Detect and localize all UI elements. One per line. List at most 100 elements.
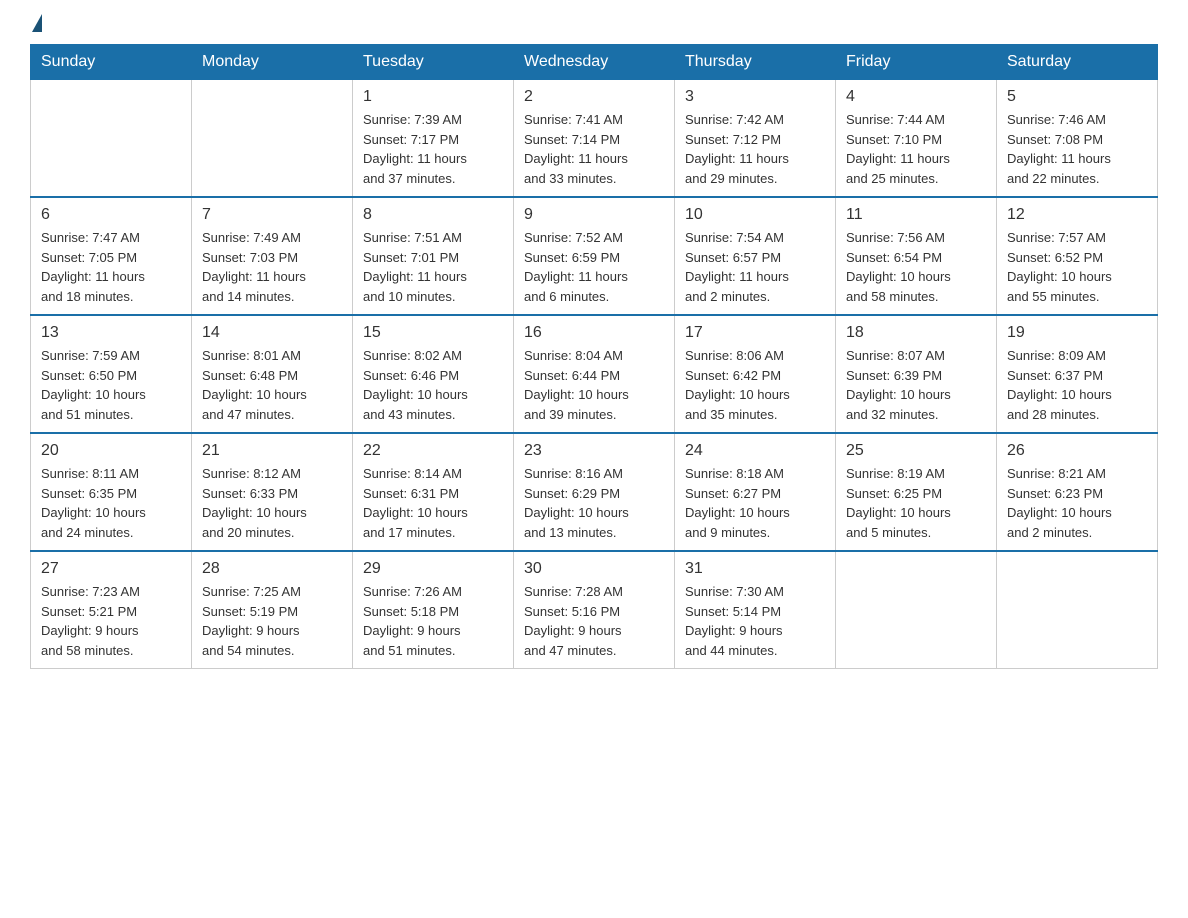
- day-info: Sunrise: 7:39 AM Sunset: 7:17 PM Dayligh…: [363, 110, 503, 188]
- calendar-cell: 2 Sunrise: 7:41 AM Sunset: 7:14 PM Daylig…: [514, 80, 675, 198]
- calendar-cell: 11 Sunrise: 7:56 AM Sunset: 6:54 PM Dayli…: [836, 197, 997, 315]
- calendar-week-row: 1 Sunrise: 7:39 AM Sunset: 7:17 PM Daylig…: [31, 80, 1158, 198]
- day-info: Sunrise: 7:46 AM Sunset: 7:08 PM Dayligh…: [1007, 110, 1147, 188]
- calendar-cell: 13 Sunrise: 7:59 AM Sunset: 6:50 PM Dayli…: [31, 315, 192, 433]
- day-number: 28: [202, 560, 342, 578]
- calendar-cell: 15 Sunrise: 8:02 AM Sunset: 6:46 PM Dayli…: [353, 315, 514, 433]
- day-info: Sunrise: 7:25 AM Sunset: 5:19 PM Dayligh…: [202, 582, 342, 660]
- calendar-cell: 24 Sunrise: 8:18 AM Sunset: 6:27 PM Dayli…: [675, 433, 836, 551]
- calendar-cell: 28 Sunrise: 7:25 AM Sunset: 5:19 PM Dayli…: [192, 551, 353, 669]
- calendar-cell: [997, 551, 1158, 669]
- calendar-cell: 1 Sunrise: 7:39 AM Sunset: 7:17 PM Daylig…: [353, 80, 514, 198]
- day-number: 23: [524, 442, 664, 460]
- day-info: Sunrise: 8:07 AM Sunset: 6:39 PM Dayligh…: [846, 346, 986, 424]
- calendar-cell: 26Sunrise: 8:21 AM Sunset: 6:23 PM Dayli…: [997, 433, 1158, 551]
- calendar-cell: 7 Sunrise: 7:49 AM Sunset: 7:03 PM Daylig…: [192, 197, 353, 315]
- day-info: Sunrise: 8:18 AM Sunset: 6:27 PM Dayligh…: [685, 464, 825, 542]
- day-number: 12: [1007, 206, 1147, 224]
- calendar-week-row: 27Sunrise: 7:23 AM Sunset: 5:21 PM Dayli…: [31, 551, 1158, 669]
- day-number: 17: [685, 324, 825, 342]
- calendar-cell: 10Sunrise: 7:54 AM Sunset: 6:57 PM Dayli…: [675, 197, 836, 315]
- day-number: 30: [524, 560, 664, 578]
- calendar-cell: 21Sunrise: 8:12 AM Sunset: 6:33 PM Dayli…: [192, 433, 353, 551]
- logo-arrow-icon: [32, 14, 42, 32]
- calendar-cell: 19Sunrise: 8:09 AM Sunset: 6:37 PM Dayli…: [997, 315, 1158, 433]
- day-info: Sunrise: 8:16 AM Sunset: 6:29 PM Dayligh…: [524, 464, 664, 542]
- day-info: Sunrise: 7:51 AM Sunset: 7:01 PM Dayligh…: [363, 228, 503, 306]
- day-number: 1: [363, 88, 503, 106]
- calendar-cell: 5 Sunrise: 7:46 AM Sunset: 7:08 PM Daylig…: [997, 80, 1158, 198]
- day-of-week-header: Monday: [192, 45, 353, 80]
- day-info: Sunrise: 8:04 AM Sunset: 6:44 PM Dayligh…: [524, 346, 664, 424]
- day-number: 22: [363, 442, 503, 460]
- day-info: Sunrise: 7:28 AM Sunset: 5:16 PM Dayligh…: [524, 582, 664, 660]
- day-number: 5: [1007, 88, 1147, 106]
- calendar-cell: 22 Sunrise: 8:14 AM Sunset: 6:31 PM Dayli…: [353, 433, 514, 551]
- day-info: Sunrise: 7:30 AM Sunset: 5:14 PM Dayligh…: [685, 582, 825, 660]
- calendar-cell: [31, 80, 192, 198]
- day-number: 13: [41, 324, 181, 342]
- calendar-cell: 31 Sunrise: 7:30 AM Sunset: 5:14 PM Dayli…: [675, 551, 836, 669]
- day-number: 21: [202, 442, 342, 460]
- day-info: Sunrise: 8:11 AM Sunset: 6:35 PM Dayligh…: [41, 464, 181, 542]
- day-of-week-header: Wednesday: [514, 45, 675, 80]
- calendar-cell: [836, 551, 997, 669]
- day-info: Sunrise: 7:42 AM Sunset: 7:12 PM Dayligh…: [685, 110, 825, 188]
- calendar-cell: 12 Sunrise: 7:57 AM Sunset: 6:52 PM Dayli…: [997, 197, 1158, 315]
- day-number: 7: [202, 206, 342, 224]
- day-of-week-header: Sunday: [31, 45, 192, 80]
- calendar-cell: 17 Sunrise: 8:06 AM Sunset: 6:42 PM Dayli…: [675, 315, 836, 433]
- calendar-cell: 25Sunrise: 8:19 AM Sunset: 6:25 PM Dayli…: [836, 433, 997, 551]
- day-number: 24: [685, 442, 825, 460]
- day-info: Sunrise: 8:14 AM Sunset: 6:31 PM Dayligh…: [363, 464, 503, 542]
- calendar-cell: 8Sunrise: 7:51 AM Sunset: 7:01 PM Daylig…: [353, 197, 514, 315]
- day-info: Sunrise: 7:52 AM Sunset: 6:59 PM Dayligh…: [524, 228, 664, 306]
- day-number: 3: [685, 88, 825, 106]
- day-info: Sunrise: 7:49 AM Sunset: 7:03 PM Dayligh…: [202, 228, 342, 306]
- day-number: 29: [363, 560, 503, 578]
- day-info: Sunrise: 7:47 AM Sunset: 7:05 PM Dayligh…: [41, 228, 181, 306]
- day-number: 14: [202, 324, 342, 342]
- day-of-week-header: Thursday: [675, 45, 836, 80]
- calendar-cell: 16Sunrise: 8:04 AM Sunset: 6:44 PM Dayli…: [514, 315, 675, 433]
- calendar-cell: 9 Sunrise: 7:52 AM Sunset: 6:59 PM Daylig…: [514, 197, 675, 315]
- day-number: 20: [41, 442, 181, 460]
- day-number: 15: [363, 324, 503, 342]
- calendar-cell: 29 Sunrise: 7:26 AM Sunset: 5:18 PM Dayli…: [353, 551, 514, 669]
- day-info: Sunrise: 8:06 AM Sunset: 6:42 PM Dayligh…: [685, 346, 825, 424]
- day-number: 2: [524, 88, 664, 106]
- page-header: [30, 20, 1158, 28]
- calendar-week-row: 20 Sunrise: 8:11 AM Sunset: 6:35 PM Dayli…: [31, 433, 1158, 551]
- day-number: 4: [846, 88, 986, 106]
- calendar-week-row: 6 Sunrise: 7:47 AM Sunset: 7:05 PM Daylig…: [31, 197, 1158, 315]
- day-info: Sunrise: 7:56 AM Sunset: 6:54 PM Dayligh…: [846, 228, 986, 306]
- day-info: Sunrise: 7:44 AM Sunset: 7:10 PM Dayligh…: [846, 110, 986, 188]
- day-number: 10: [685, 206, 825, 224]
- calendar-cell: 6 Sunrise: 7:47 AM Sunset: 7:05 PM Daylig…: [31, 197, 192, 315]
- calendar-week-row: 13 Sunrise: 7:59 AM Sunset: 6:50 PM Dayli…: [31, 315, 1158, 433]
- day-info: Sunrise: 7:57 AM Sunset: 6:52 PM Dayligh…: [1007, 228, 1147, 306]
- day-of-week-header: Friday: [836, 45, 997, 80]
- day-info: Sunrise: 8:09 AM Sunset: 6:37 PM Dayligh…: [1007, 346, 1147, 424]
- calendar-table: SundayMondayTuesdayWednesdayThursdayFrid…: [30, 44, 1158, 669]
- calendar-cell: 4 Sunrise: 7:44 AM Sunset: 7:10 PM Daylig…: [836, 80, 997, 198]
- calendar-cell: [192, 80, 353, 198]
- day-number: 11: [846, 206, 986, 224]
- day-info: Sunrise: 7:59 AM Sunset: 6:50 PM Dayligh…: [41, 346, 181, 424]
- day-info: Sunrise: 7:23 AM Sunset: 5:21 PM Dayligh…: [41, 582, 181, 660]
- calendar-cell: 20 Sunrise: 8:11 AM Sunset: 6:35 PM Dayli…: [31, 433, 192, 551]
- day-number: 6: [41, 206, 181, 224]
- day-number: 31: [685, 560, 825, 578]
- day-info: Sunrise: 8:19 AM Sunset: 6:25 PM Dayligh…: [846, 464, 986, 542]
- calendar-cell: 14Sunrise: 8:01 AM Sunset: 6:48 PM Dayli…: [192, 315, 353, 433]
- day-of-week-header: Saturday: [997, 45, 1158, 80]
- day-number: 18: [846, 324, 986, 342]
- day-number: 26: [1007, 442, 1147, 460]
- calendar-cell: 27Sunrise: 7:23 AM Sunset: 5:21 PM Dayli…: [31, 551, 192, 669]
- day-info: Sunrise: 7:41 AM Sunset: 7:14 PM Dayligh…: [524, 110, 664, 188]
- calendar-cell: 3 Sunrise: 7:42 AM Sunset: 7:12 PM Daylig…: [675, 80, 836, 198]
- day-info: Sunrise: 7:26 AM Sunset: 5:18 PM Dayligh…: [363, 582, 503, 660]
- day-info: Sunrise: 8:02 AM Sunset: 6:46 PM Dayligh…: [363, 346, 503, 424]
- calendar-header-row: SundayMondayTuesdayWednesdayThursdayFrid…: [31, 45, 1158, 80]
- day-number: 9: [524, 206, 664, 224]
